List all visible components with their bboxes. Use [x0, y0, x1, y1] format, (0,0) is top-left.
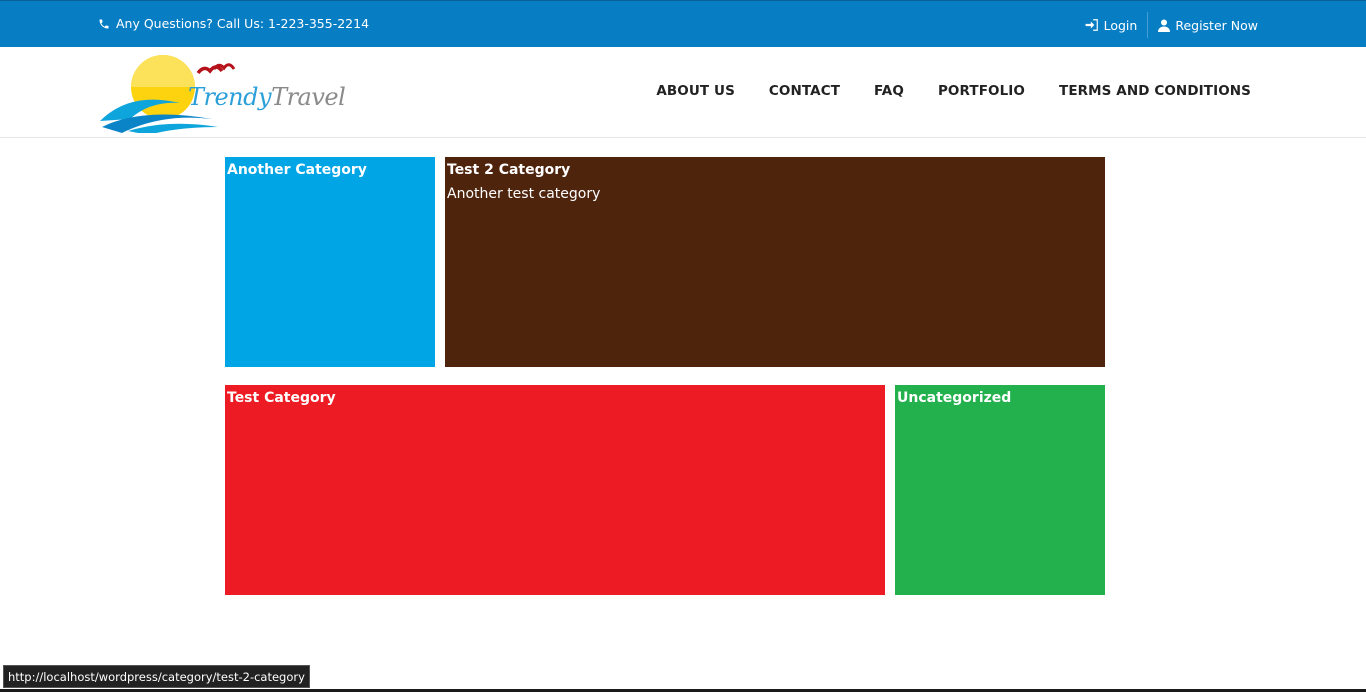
category-tile-test-category[interactable]: Test Category [225, 385, 885, 595]
register-label: Register Now [1175, 17, 1258, 33]
site-header: TrendyTravel ABOUT US CONTACT FAQ PORTFO… [0, 47, 1366, 138]
nav-faq[interactable]: FAQ [874, 83, 904, 99]
sign-in-icon [1085, 19, 1098, 31]
nav-contact[interactable]: CONTACT [769, 83, 840, 99]
phone-text: Any Questions? Call Us: 1-223-355-2214 [116, 16, 370, 31]
category-title: Uncategorized [897, 390, 1012, 406]
category-tile-uncategorized[interactable]: Uncategorized [895, 385, 1105, 595]
main-nav: ABOUT US CONTACT FAQ PORTFOLIO TERMS AND… [622, 83, 1251, 99]
contact-phone: Any Questions? Call Us: 1-223-355-2214 [98, 16, 369, 31]
category-tile-another-category[interactable]: Another Category [225, 157, 435, 367]
site-logo[interactable]: TrendyTravel [98, 51, 346, 135]
category-title: Another Category [227, 162, 367, 178]
nav-terms-and-conditions[interactable]: TERMS AND CONDITIONS [1059, 83, 1251, 99]
auth-links: Login Register Now [1085, 12, 1258, 38]
category-description: Another test category [447, 186, 601, 202]
logo-wordmark: TrendyTravel [188, 83, 346, 111]
top-bar: Any Questions? Call Us: 1-223-355-2214 L… [0, 0, 1366, 47]
nav-about-us[interactable]: ABOUT US [656, 83, 735, 99]
nav-portfolio[interactable]: PORTFOLIO [938, 83, 1025, 99]
category-title: Test Category [227, 390, 336, 406]
user-icon [1158, 19, 1171, 32]
phone-icon [99, 19, 109, 28]
login-link[interactable]: Login [1085, 17, 1138, 33]
category-title: Test 2 Category [447, 162, 571, 178]
register-link[interactable]: Register Now [1158, 18, 1258, 33]
logo-word-1: Trendy [188, 83, 272, 111]
login-label: Login [1103, 17, 1138, 33]
logo-word-2: Travel [271, 83, 346, 111]
link-status-bar: http://localhost/wordpress/category/test… [3, 665, 310, 688]
auth-divider [1147, 12, 1149, 38]
category-tile-test-2-category[interactable]: Test 2 Category Another test category [445, 157, 1105, 367]
